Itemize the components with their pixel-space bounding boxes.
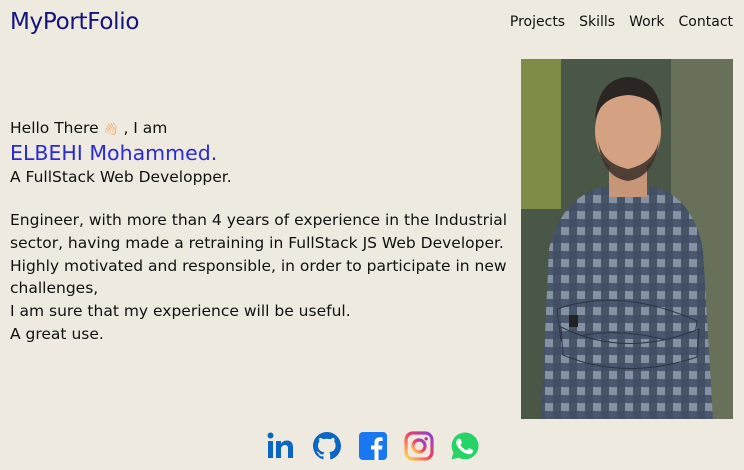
bio-line: Highly motivated and responsible, in ord…	[10, 256, 507, 298]
wave-emoji-icon: 👋🏻	[103, 122, 119, 136]
github-icon[interactable]	[311, 430, 343, 462]
profile-photo	[521, 59, 733, 419]
person-name: ELBEHI Mohammed.	[10, 141, 218, 165]
facebook-icon[interactable]	[357, 430, 389, 462]
bio-line: I am sure that my experience will be use…	[10, 302, 351, 321]
whatsapp-icon[interactable]	[449, 430, 481, 462]
site-logo[interactable]: MyPortFolio	[10, 9, 139, 35]
nav-projects[interactable]: Projects	[510, 14, 565, 30]
nav-contact[interactable]: Contact	[679, 14, 733, 30]
profile-photo-art	[521, 59, 733, 419]
nav-work[interactable]: Work	[629, 14, 664, 30]
main-nav: Projects Skills Work Contact	[510, 14, 733, 30]
nav-skills[interactable]: Skills	[579, 14, 615, 30]
bio-line: A great use.	[10, 324, 104, 343]
greeting-text: Hello There	[10, 119, 99, 137]
greeting: Hello There 👋🏻 , I am	[10, 118, 510, 140]
instagram-icon[interactable]	[403, 430, 435, 462]
linkedin-icon[interactable]	[265, 430, 297, 462]
greeting-suffix: , I am	[123, 119, 168, 137]
bio-line: Engineer, with more than 4 years of expe…	[10, 211, 508, 252]
intro-section: Hello There 👋🏻 , I am ELBEHI Mohammed. A…	[10, 118, 510, 346]
social-links	[265, 430, 481, 462]
bio: Engineer, with more than 4 years of expe…	[10, 209, 510, 346]
person-role: A FullStack Web Developper.	[10, 168, 232, 186]
